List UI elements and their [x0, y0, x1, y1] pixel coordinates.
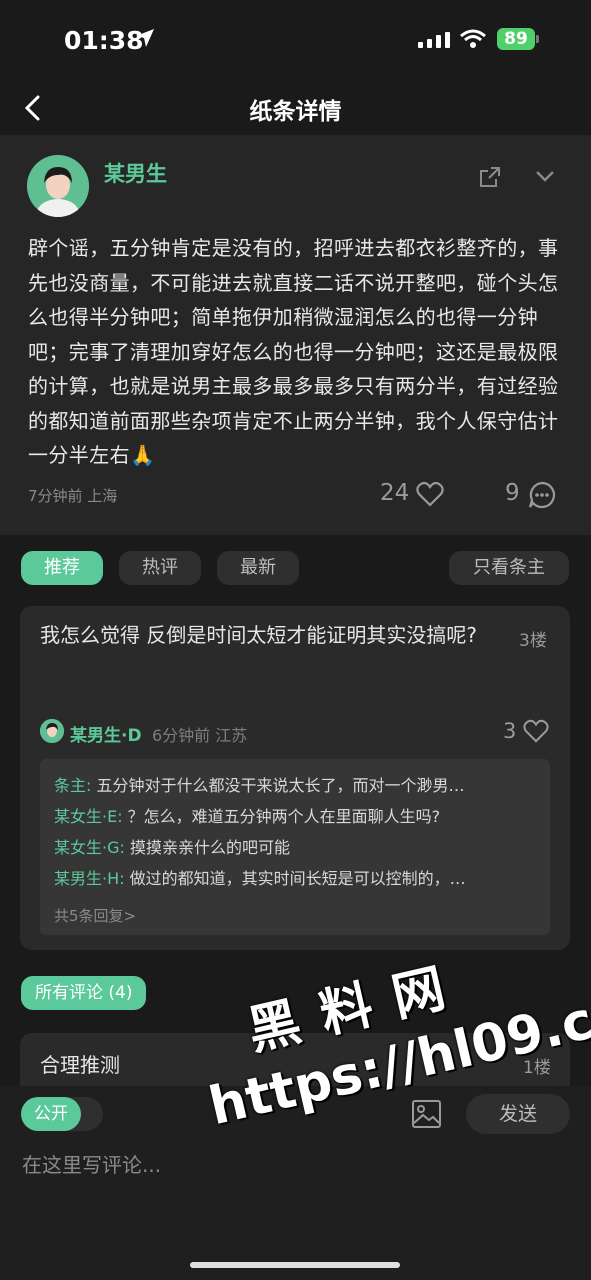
comment-time: 6分钟前 江苏 [152, 726, 248, 745]
image-icon[interactable] [411, 1099, 442, 1129]
page-title: 纸条详情 [249, 99, 342, 125]
more-replies-link[interactable]: 共5条回复> [54, 905, 136, 926]
comment-text: 合理推测 [40, 1053, 120, 1077]
share-icon[interactable] [478, 165, 502, 189]
like-count: 24 [380, 480, 410, 506]
all-comments-badge: 所有评论 (4) [21, 976, 147, 1010]
post-meta: 7分钟前 上海 [28, 487, 118, 505]
comment-bubble-icon[interactable] [528, 481, 556, 509]
location-arrow-icon [136, 29, 154, 47]
heart-icon[interactable] [523, 719, 549, 743]
tab-recommended[interactable]: 推荐 [21, 551, 103, 585]
public-toggle-label[interactable]: 公开 [21, 1097, 81, 1131]
tab-latest[interactable]: 最新 [217, 551, 299, 585]
signal-icon [418, 32, 450, 48]
wifi-icon [460, 29, 486, 48]
home-indicator [190, 1262, 400, 1268]
comment-like-count: 3 [503, 719, 517, 743]
reply-item[interactable]: 某女生·G: 摸摸亲亲什么的吧可能 [54, 834, 534, 858]
reply-item[interactable]: 条主: 五分钟对于什么都没干来说太长了，而对一个渺男… [54, 772, 534, 796]
post-body: 辟个谣，五分钟肯定是没有的，招呼进去都衣衫整齐的，事先也没商量，不可能进去就直接… [28, 236, 559, 467]
send-button[interactable]: 发送 [466, 1094, 570, 1134]
battery-cap [536, 35, 539, 43]
tab-hot[interactable]: 热评 [119, 551, 201, 585]
battery-indicator: 89 [497, 28, 535, 50]
author-avatar[interactable] [27, 155, 89, 217]
status-time: 01:38 [64, 26, 144, 55]
commenter-name[interactable]: 某男生·D [70, 721, 142, 746]
reply-item[interactable]: 某女生·E: ？怎么，难道五分钟两个人在里面聊人生吗? [54, 803, 534, 827]
comment-count: 9 [505, 480, 520, 506]
comment-input[interactable]: 在这里写评论... [22, 1149, 161, 1178]
comment-text: 我怎么觉得 反倒是时间太短才能证明其实没搞呢? [40, 623, 477, 647]
author-name[interactable]: 某男生 [104, 158, 167, 188]
reply-item[interactable]: 某男生·H: 做过的都知道，其实时间长短是可以控制的，… [54, 865, 534, 889]
only-author-button[interactable]: 只看条主 [449, 551, 569, 585]
commenter-avatar[interactable] [40, 719, 64, 743]
heart-icon[interactable] [416, 481, 444, 507]
floor-label: 3楼 [519, 631, 547, 651]
chevron-down-icon[interactable] [534, 168, 556, 184]
